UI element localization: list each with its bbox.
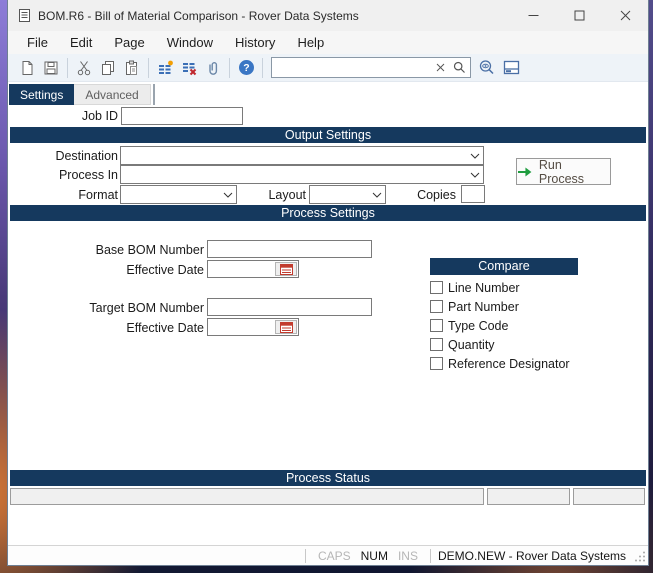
menu-history[interactable]: History — [224, 33, 286, 52]
chevron-down-icon — [220, 192, 236, 198]
tab-settings[interactable]: Settings — [9, 84, 74, 105]
help-icon[interactable]: ? — [235, 57, 257, 79]
ins-indicator: INS — [398, 549, 418, 563]
base-effective-date-input[interactable] — [207, 260, 299, 278]
target-effective-date-input[interactable] — [207, 318, 299, 336]
app-window: BOM.R6 - Bill of Material Comparison - R… — [7, 0, 649, 566]
base-bom-label: Base BOM Number — [64, 243, 204, 257]
reference-designator-label: Reference Designator — [448, 357, 570, 371]
statusbar-message: DEMO.NEW - Rover Data Systems — [438, 549, 626, 563]
toolbar-separator — [67, 58, 68, 78]
process-status-field-2 — [487, 488, 570, 505]
new-document-icon[interactable] — [16, 57, 38, 79]
menu-window[interactable]: Window — [156, 33, 224, 52]
layout-label: Layout — [246, 188, 306, 202]
run-arrow-icon — [517, 166, 533, 178]
quantity-checkbox[interactable] — [430, 338, 443, 351]
tab-strip: Settings Advanced — [9, 84, 155, 105]
menu-page[interactable]: Page — [103, 33, 155, 52]
paste-icon[interactable] — [121, 57, 143, 79]
menu-bar: File Edit Page Window History Help — [8, 31, 648, 54]
layout-dropdown[interactable] — [309, 185, 386, 204]
compare-option-row: Line Number — [430, 280, 520, 295]
tab-strip-end — [153, 84, 155, 105]
app-icon — [17, 8, 32, 23]
compare-option-row: Part Number — [430, 299, 519, 314]
run-process-button[interactable]: Run Process — [516, 158, 611, 185]
tab-advanced[interactable]: Advanced — [74, 84, 150, 105]
output-settings-header: Output Settings — [10, 127, 646, 143]
target-effective-date-label: Effective Date — [64, 321, 204, 335]
run-process-label: Run Process — [539, 158, 610, 186]
type-code-label: Type Code — [448, 319, 508, 333]
lookup-icon[interactable] — [476, 57, 498, 79]
copy-icon[interactable] — [97, 57, 119, 79]
part-number-checkbox[interactable] — [430, 300, 443, 313]
chevron-down-icon — [467, 153, 483, 159]
menu-edit[interactable]: Edit — [59, 33, 103, 52]
base-effective-date-label: Effective Date — [64, 263, 204, 277]
cut-icon[interactable] — [73, 57, 95, 79]
copies-label: Copies — [388, 188, 456, 202]
insert-row-icon[interactable] — [154, 57, 176, 79]
quantity-label: Quantity — [448, 338, 495, 352]
format-label: Format — [13, 188, 118, 202]
compare-option-row: Reference Designator — [430, 356, 570, 371]
desktop-wallpaper: BOM.R6 - Bill of Material Comparison - R… — [0, 0, 653, 573]
copies-input[interactable] — [461, 185, 485, 203]
process-in-label: Process In — [13, 168, 118, 182]
target-bom-label: Target BOM Number — [64, 301, 204, 315]
search-clear-icon[interactable] — [432, 60, 448, 76]
compare-option-row: Type Code — [430, 318, 508, 333]
process-status-field-3 — [573, 488, 645, 505]
target-bom-input[interactable] — [207, 298, 372, 316]
part-number-label: Part Number — [448, 300, 519, 314]
attachment-icon[interactable] — [202, 57, 224, 79]
svg-text:?: ? — [243, 62, 249, 74]
chevron-down-icon — [467, 172, 483, 178]
menu-file[interactable]: File — [16, 33, 59, 52]
maximize-button[interactable] — [556, 0, 602, 31]
minimize-button[interactable] — [510, 0, 556, 31]
toolbar-separator — [262, 58, 263, 78]
destination-dropdown[interactable] — [120, 146, 484, 165]
toolbar-search — [271, 57, 471, 78]
process-in-dropdown[interactable] — [120, 165, 484, 184]
resize-grip[interactable] — [634, 550, 646, 562]
calendar-icon[interactable] — [275, 320, 297, 334]
reference-designator-checkbox[interactable] — [430, 357, 443, 370]
job-id-input[interactable] — [121, 107, 243, 125]
destination-label: Destination — [13, 149, 118, 163]
toolbar-separator — [229, 58, 230, 78]
search-submit-icon[interactable] — [450, 59, 468, 77]
chevron-down-icon — [369, 192, 385, 198]
toolbar-separator — [148, 58, 149, 78]
num-indicator: NUM — [361, 549, 388, 563]
calendar-icon[interactable] — [275, 262, 297, 276]
menu-help[interactable]: Help — [286, 33, 335, 52]
process-status-field-main — [10, 488, 484, 505]
title-bar[interactable]: BOM.R6 - Bill of Material Comparison - R… — [8, 0, 648, 31]
type-code-checkbox[interactable] — [430, 319, 443, 332]
form-body: Settings Advanced Job ID Output Settings… — [8, 82, 648, 545]
close-button[interactable] — [602, 0, 648, 31]
status-bar: CAPS NUM INS DEMO.NEW - Rover Data Syste… — [8, 545, 648, 565]
window-layout-icon[interactable] — [500, 57, 522, 79]
window-title: BOM.R6 - Bill of Material Comparison - R… — [38, 9, 359, 23]
base-bom-input[interactable] — [207, 240, 372, 258]
compare-header: Compare — [430, 258, 578, 275]
statusbar-separator — [430, 549, 431, 563]
delete-row-icon[interactable] — [178, 57, 200, 79]
line-number-checkbox[interactable] — [430, 281, 443, 294]
job-id-label: Job ID — [13, 109, 118, 123]
line-number-label: Line Number — [448, 281, 520, 295]
format-dropdown[interactable] — [120, 185, 237, 204]
process-settings-header: Process Settings — [10, 205, 646, 221]
process-status-header: Process Status — [10, 470, 646, 486]
toolbar: ? — [8, 54, 648, 82]
save-icon[interactable] — [40, 57, 62, 79]
statusbar-separator — [305, 549, 306, 563]
caps-indicator: CAPS — [318, 549, 351, 563]
compare-option-row: Quantity — [430, 337, 495, 352]
